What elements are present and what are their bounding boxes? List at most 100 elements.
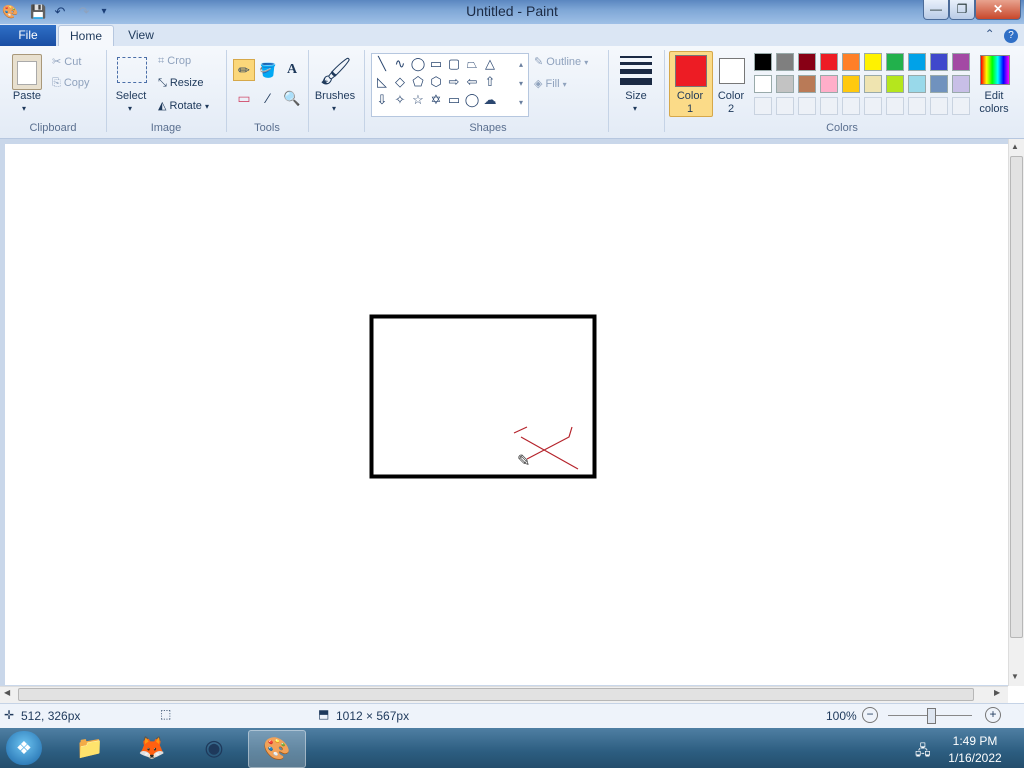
rectangle-shape-icon[interactable]: ▭: [427, 55, 445, 73]
custom-color-slot[interactable]: [886, 97, 904, 115]
triangle-shape-icon[interactable]: △: [481, 55, 499, 73]
oval-callout-shape-icon[interactable]: ◯: [463, 91, 481, 109]
size-dropdown-icon[interactable]: ▾: [633, 104, 637, 113]
palette-swatch[interactable]: [952, 75, 970, 93]
fill-button[interactable]: ◈ Fill ▾: [534, 77, 567, 90]
fill-bucket-icon[interactable]: 🪣: [257, 59, 279, 81]
hexagon-shape-icon[interactable]: ⬡: [427, 73, 445, 91]
drawing-canvas[interactable]: ✎: [5, 144, 1008, 685]
scroll-left-arrow[interactable]: ◀: [4, 688, 10, 697]
rounded-rectangle-shape-icon[interactable]: ▢: [445, 55, 463, 73]
palette-swatch[interactable]: [886, 53, 904, 71]
polygon-shape-icon[interactable]: ⏢: [463, 55, 481, 73]
paste-button-label[interactable]: Paste: [8, 90, 46, 102]
rotate-button[interactable]: ◭ Rotate ▾: [158, 99, 209, 112]
palette-swatch[interactable]: [864, 53, 882, 71]
vertical-scroll-thumb[interactable]: [1010, 156, 1023, 638]
edit-colors-label-2[interactable]: colors: [972, 103, 1016, 115]
left-arrow-shape-icon[interactable]: ⇦: [463, 73, 481, 91]
pencil-tool-icon[interactable]: ✏: [233, 59, 255, 81]
custom-color-slot[interactable]: [864, 97, 882, 115]
paste-dropdown-icon[interactable]: ▾: [22, 104, 26, 113]
tray-time[interactable]: 1:49 PM: [940, 734, 1010, 748]
color2-label[interactable]: Color: [712, 90, 750, 102]
brushes-dropdown-icon[interactable]: ▾: [332, 104, 336, 113]
eraser-icon[interactable]: ▭: [233, 87, 255, 109]
palette-swatch[interactable]: [820, 75, 838, 93]
edit-colors-label[interactable]: Edit: [972, 90, 1016, 102]
curve-shape-icon[interactable]: ∿: [391, 55, 409, 73]
scroll-right-arrow[interactable]: ▶: [994, 688, 1000, 697]
custom-color-slot[interactable]: [908, 97, 926, 115]
size-button-label[interactable]: Size: [616, 90, 656, 102]
size-icon[interactable]: [620, 56, 652, 85]
firefox-icon[interactable]: 🦊: [126, 730, 178, 766]
five-point-star-shape-icon[interactable]: ☆: [409, 91, 427, 109]
horizontal-scroll-thumb[interactable]: [18, 688, 974, 701]
tab-file[interactable]: File: [0, 25, 56, 46]
oval-shape-icon[interactable]: ◯: [409, 55, 427, 73]
palette-swatch[interactable]: [754, 75, 772, 93]
network-tray-icon[interactable]: 🖧: [915, 740, 931, 764]
text-tool-icon[interactable]: A: [281, 59, 303, 81]
down-arrow-shape-icon[interactable]: ⇩: [373, 91, 391, 109]
rect-callout-shape-icon[interactable]: ▭: [445, 91, 463, 109]
color2-swatch[interactable]: [719, 58, 745, 84]
outline-button[interactable]: ✎ Outline ▾: [534, 55, 588, 68]
resize-button[interactable]: ⤡ Resize: [158, 77, 203, 90]
brushes-icon[interactable]: 🖌: [319, 54, 352, 88]
minimize-ribbon-icon[interactable]: ⌃: [985, 27, 995, 41]
palette-swatch[interactable]: [908, 53, 926, 71]
custom-color-slot[interactable]: [776, 97, 794, 115]
four-point-star-shape-icon[interactable]: ✧: [391, 91, 409, 109]
palette-swatch[interactable]: [820, 53, 838, 71]
palette-swatch[interactable]: [776, 53, 794, 71]
palette-swatch[interactable]: [842, 53, 860, 71]
palette-swatch[interactable]: [842, 75, 860, 93]
right-arrow-shape-icon[interactable]: ⇨: [445, 73, 463, 91]
tab-view[interactable]: View: [116, 25, 166, 46]
line-shape-icon[interactable]: ╲: [373, 55, 391, 73]
magnifier-icon[interactable]: 🔍: [281, 87, 303, 109]
palette-swatch[interactable]: [908, 75, 926, 93]
chrome-icon[interactable]: ◉: [188, 730, 240, 766]
select-button-label[interactable]: Select: [112, 90, 150, 102]
palette-swatch[interactable]: [798, 75, 816, 93]
paint-taskbar-icon[interactable]: 🎨: [248, 730, 306, 768]
custom-color-slot[interactable]: [754, 97, 772, 115]
zoom-out-button[interactable]: −: [862, 707, 878, 723]
maximize-button[interactable]: ❐: [949, 0, 975, 20]
select-dropdown-icon[interactable]: ▾: [128, 104, 132, 113]
scroll-up-arrow[interactable]: ▲: [1011, 142, 1019, 151]
right-triangle-shape-icon[interactable]: ◺: [373, 73, 391, 91]
custom-color-slot[interactable]: [952, 97, 970, 115]
custom-color-slot[interactable]: [798, 97, 816, 115]
diamond-shape-icon[interactable]: ◇: [391, 73, 409, 91]
start-button-icon[interactable]: ❖: [6, 731, 42, 765]
file-explorer-icon[interactable]: 📁: [64, 730, 116, 766]
edit-colors-icon[interactable]: [980, 55, 1010, 85]
zoom-slider-thumb[interactable]: [927, 708, 936, 724]
custom-color-slot[interactable]: [820, 97, 838, 115]
up-arrow-shape-icon[interactable]: ⇧: [481, 73, 499, 91]
minimize-button[interactable]: —: [923, 0, 949, 20]
crop-button[interactable]: ⌗ Crop: [158, 55, 191, 68]
scroll-down-arrow[interactable]: ▼: [1011, 672, 1019, 681]
tab-home[interactable]: Home: [58, 25, 114, 47]
palette-swatch[interactable]: [886, 75, 904, 93]
custom-color-slot[interactable]: [930, 97, 948, 115]
palette-swatch[interactable]: [798, 53, 816, 71]
color-picker-icon[interactable]: ⁄: [257, 87, 279, 109]
pentagon-shape-icon[interactable]: ⬠: [409, 73, 427, 91]
tray-date[interactable]: 1/16/2022: [940, 751, 1010, 765]
palette-swatch[interactable]: [864, 75, 882, 93]
copy-button[interactable]: ⎘ Copy: [52, 77, 90, 90]
close-button[interactable]: ✕: [975, 0, 1021, 20]
cloud-callout-shape-icon[interactable]: ☁: [481, 91, 499, 109]
palette-swatch[interactable]: [952, 53, 970, 71]
brushes-button-label[interactable]: Brushes: [312, 90, 358, 102]
palette-swatch[interactable]: [930, 53, 948, 71]
shapes-scroll[interactable]: ▴ ▾ ▾: [516, 55, 526, 113]
cut-button[interactable]: ✂ Cut: [52, 55, 81, 68]
six-point-star-shape-icon[interactable]: ✡: [427, 91, 445, 109]
